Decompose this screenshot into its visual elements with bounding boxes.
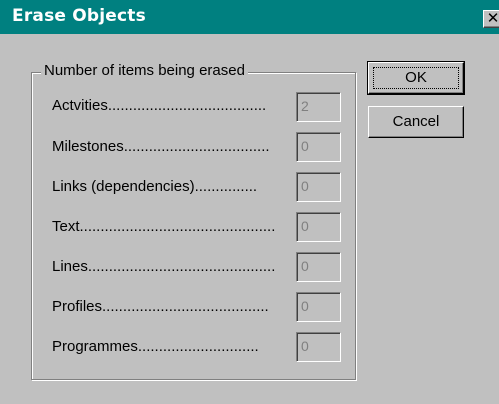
programmes-count-field: 0: [296, 332, 341, 362]
cancel-button-label: Cancel: [392, 113, 440, 130]
dialog-title: Erase Objects: [12, 6, 146, 26]
activities-count-field: 2: [296, 92, 341, 122]
cancel-button[interactable]: Cancel: [368, 106, 464, 138]
erase-objects-dialog: Erase Objects ✕ Number of items being er…: [0, 0, 499, 404]
milestones-label: Milestones..............................…: [52, 138, 270, 155]
focus-rectangle: [373, 67, 459, 89]
lines-label: Lines...................................…: [52, 258, 276, 275]
close-icon[interactable]: ✕: [483, 10, 499, 28]
links-count-field: 0: [296, 172, 341, 202]
ok-button[interactable]: OK: [367, 61, 465, 95]
profiles-label: Profiles................................…: [52, 298, 269, 315]
title-bar[interactable]: Erase Objects ✕: [0, 0, 499, 34]
text-count-field: 0: [296, 212, 341, 242]
milestones-count-field: 0: [296, 132, 341, 162]
profiles-count-field: 0: [296, 292, 341, 322]
text-label: Text....................................…: [52, 218, 276, 235]
activities-label: Actvities...............................…: [52, 97, 267, 114]
links-label: Links (dependencies)...............: [52, 178, 258, 195]
group-legend: Number of items being erased: [41, 62, 248, 79]
programmes-label: Programmes.............................: [52, 338, 259, 355]
lines-count-field: 0: [296, 252, 341, 282]
